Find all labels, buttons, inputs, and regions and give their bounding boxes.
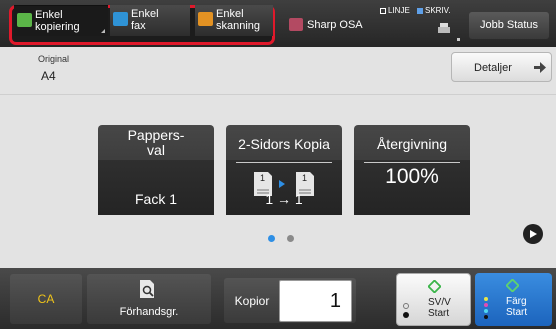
paper-tray: Fack 1 xyxy=(134,191,177,207)
line-status-label: LINJE xyxy=(388,6,410,15)
fax-mode-icon xyxy=(113,12,128,26)
scan-mode-icon xyxy=(198,12,213,26)
copy-mode-icon xyxy=(17,13,32,27)
status-indicator[interactable]: LINJE SKRIV. xyxy=(380,6,460,42)
line-status-icon xyxy=(380,7,386,14)
sharp-osa-button[interactable]: Sharp OSA xyxy=(285,12,372,38)
card-divider xyxy=(236,162,332,163)
print-status-icon xyxy=(417,7,423,14)
details-button[interactable]: Detaljer xyxy=(451,52,552,82)
duplex-card-title: 2-Sidors Kopia xyxy=(238,136,330,152)
bw-start-line1: SV/V xyxy=(428,297,451,308)
clear-all-button[interactable]: CA xyxy=(10,274,82,324)
next-page-button[interactable] xyxy=(523,224,543,244)
color-start-line1: Färg xyxy=(506,296,527,307)
color-start-line2: Start xyxy=(506,307,528,318)
duplex-value: 1 → 1 xyxy=(265,191,303,207)
mode-scan-line1: Enkel xyxy=(216,8,244,20)
mode-easy-copy-button[interactable]: Enkel kopiering xyxy=(14,5,108,36)
page-indicator-dot-active[interactable] xyxy=(268,235,275,242)
color-start-button[interactable]: Färg Start xyxy=(475,273,552,326)
start-diamond-icon xyxy=(505,278,520,293)
mode-easy-fax-button[interactable]: Enkel fax xyxy=(110,5,190,36)
preview-button[interactable]: Förhandsgr. xyxy=(87,274,211,324)
mode-dot-icon xyxy=(403,303,409,309)
duplex-target-page-label: 1 xyxy=(302,173,308,183)
print-status-label: SKRIV. xyxy=(425,6,451,15)
mode-dot-icon xyxy=(403,312,409,318)
sharp-osa-label: Sharp OSA xyxy=(307,19,363,31)
corner-marker-icon xyxy=(101,29,105,33)
sharp-osa-icon xyxy=(289,18,303,31)
play-icon xyxy=(530,230,537,238)
page-indicator-dot[interactable] xyxy=(287,235,294,242)
bw-start-button[interactable]: SV/V Start xyxy=(396,273,471,326)
original-label: Original xyxy=(38,54,70,64)
magenta-dot-icon xyxy=(484,303,488,307)
paper-card-title-line1: Pappers- xyxy=(127,127,185,143)
details-label: Detaljer xyxy=(474,62,512,74)
card-divider xyxy=(364,162,460,163)
cyan-dot-icon xyxy=(484,309,488,313)
copies-label: Kopior xyxy=(234,294,270,308)
bw-start-line2: Start xyxy=(428,308,450,319)
printer-icon xyxy=(438,23,450,33)
mode-copy-line1: Enkel xyxy=(35,9,63,21)
job-status-button[interactable]: Jobb Status xyxy=(469,12,549,39)
mode-easy-scan-button[interactable]: Enkel skanning xyxy=(195,5,273,36)
duplex-source-page-label: 1 xyxy=(260,173,266,183)
paper-card-title-line2: val xyxy=(147,142,165,158)
original-value: A4 xyxy=(41,69,56,83)
preview-icon xyxy=(139,279,157,299)
start-diamond-icon xyxy=(427,279,442,294)
ratio-value: 100% xyxy=(385,165,439,188)
mode-fax-line1: Enkel xyxy=(131,8,159,20)
mode-scan-line2: skanning xyxy=(216,20,261,32)
black-dot-icon xyxy=(484,315,488,319)
divider xyxy=(0,94,556,95)
arrow-right-icon xyxy=(534,62,546,76)
ratio-card-title: Återgivning xyxy=(376,136,448,152)
copies-input[interactable]: 1 xyxy=(279,280,352,322)
mode-fax-line2: fax xyxy=(131,20,146,32)
corner-marker-icon xyxy=(457,38,460,41)
preview-label: Förhandsgr. xyxy=(119,306,179,318)
yellow-dot-icon xyxy=(484,297,488,301)
mode-copy-line2: kopiering xyxy=(35,21,80,33)
